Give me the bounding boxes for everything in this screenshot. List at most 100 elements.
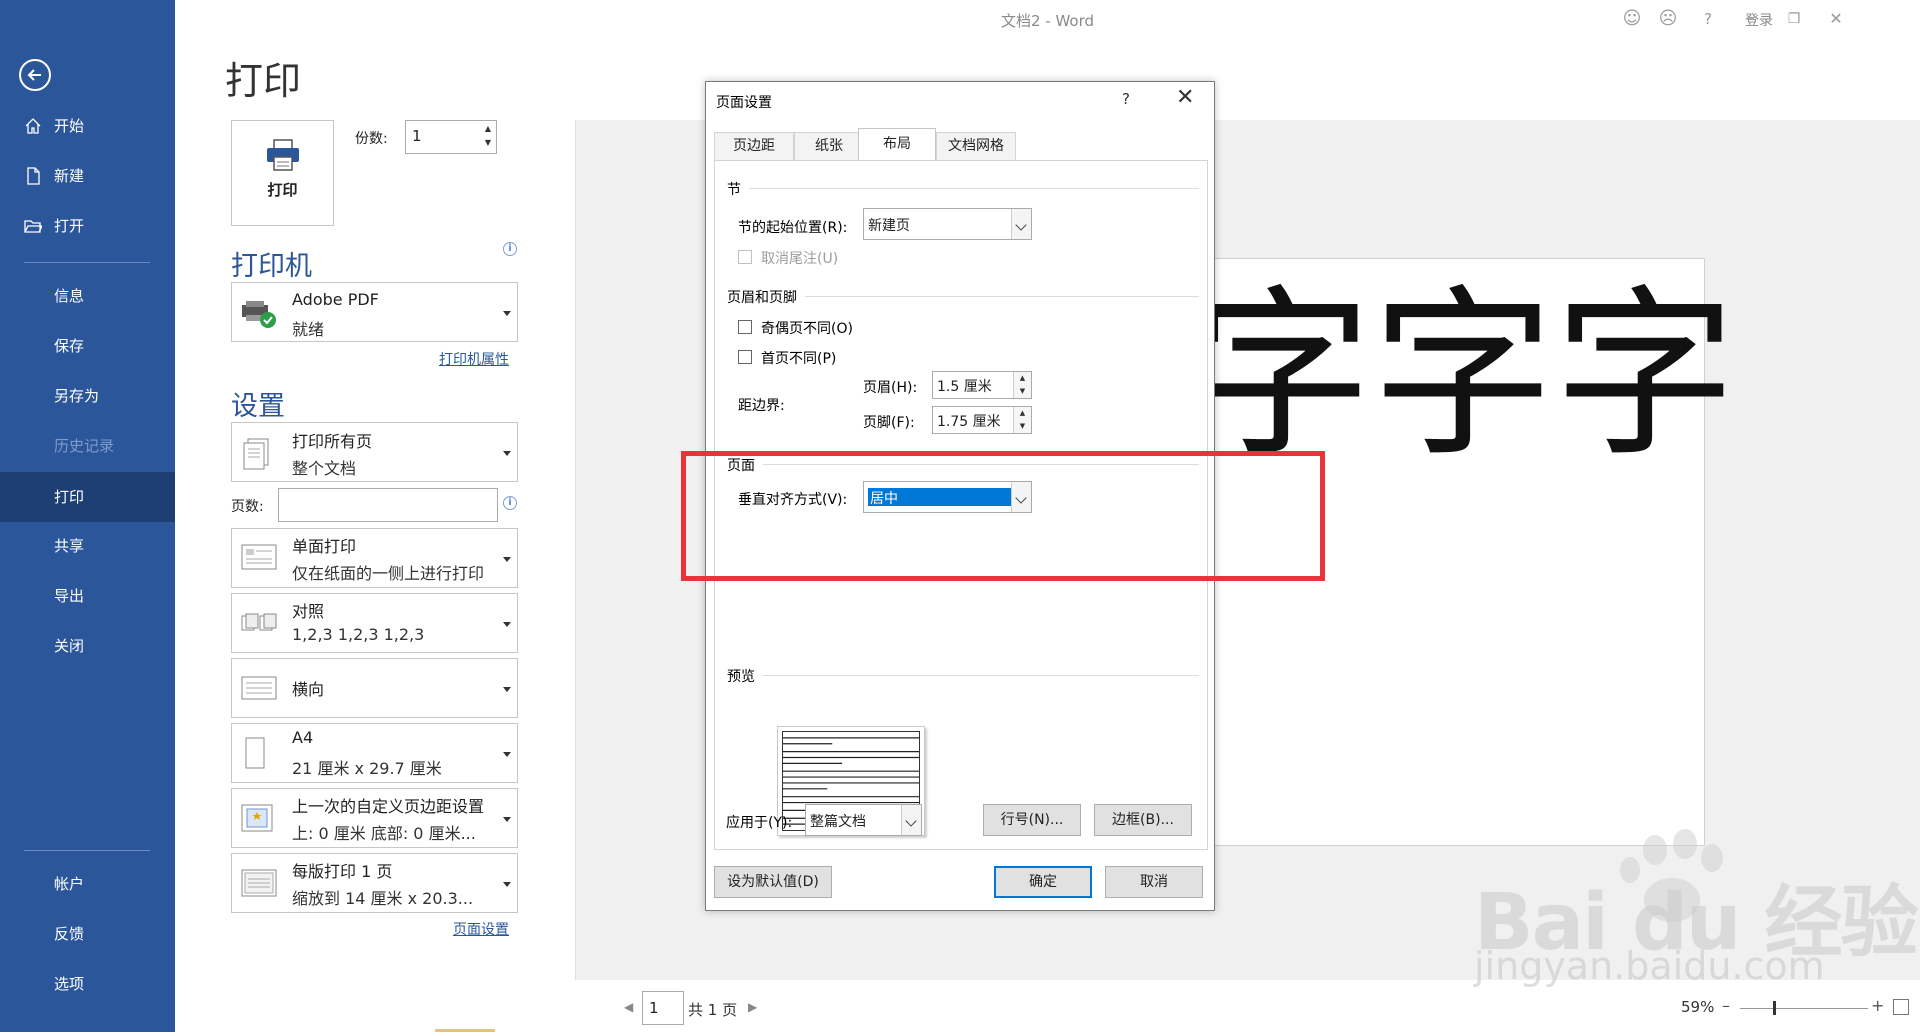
sidebar-item-history: 历史记录 [0, 422, 175, 470]
sidebar-item-label: 关闭 [54, 637, 85, 655]
sidebar-item-print[interactable]: 打印 [0, 472, 175, 522]
frown-feedback-icon[interactable]: ☹ [1657, 8, 1679, 30]
all-pages-icon [243, 438, 269, 470]
sidebar-item-account[interactable]: 帐户 [0, 860, 175, 908]
copies-label: 份数: [355, 131, 388, 147]
sidebar-item-label: 打印 [54, 488, 85, 506]
orientation-dropdown[interactable]: 横向 [231, 658, 518, 718]
sidebar-item-info[interactable]: 信息 [0, 272, 175, 320]
restore-icon[interactable]: ❐ [1783, 8, 1805, 30]
back-arrow-icon[interactable] [19, 59, 51, 91]
setting-sub: 整个文档 [292, 459, 357, 478]
new-document-icon [27, 167, 40, 185]
sidebar-item-feedback[interactable]: 反馈 [0, 910, 175, 958]
next-page-icon[interactable]: ▶ [748, 1000, 757, 1014]
pages-per-sheet-dropdown[interactable]: 每版打印 1 页 缩放到 14 厘米 x 20.3... [231, 853, 518, 913]
printer-heading: 打印机 [231, 251, 312, 282]
first-page-different-label: 首页不同(P) [761, 351, 837, 367]
setting-main: A4 [292, 728, 314, 747]
header-distance-label: 页眉(H): [863, 380, 918, 396]
info-icon[interactable]: i [503, 496, 517, 510]
page-number-input[interactable]: 1 [642, 991, 684, 1025]
setting-main: 对照 [292, 602, 325, 621]
header-footer-group-heading: 页眉和页脚 [727, 290, 797, 306]
collate-dropdown[interactable]: 对照 1,2,3 1,2,3 1,2,3 [231, 593, 518, 653]
setting-sub: 缩放到 14 厘米 x 20.3... [292, 889, 474, 908]
sides-dropdown[interactable]: 单面打印 仅在纸面的一侧上进行打印 [231, 528, 518, 588]
minimize-icon[interactable]: – [1739, 8, 1761, 30]
sidebar-item-share[interactable]: 共享 [0, 522, 175, 570]
sidebar-item-close[interactable]: 关闭 [0, 622, 175, 670]
help-icon[interactable]: ? [1697, 8, 1719, 30]
sidebar-divider [24, 850, 150, 851]
backstage-sidebar: 开始 新建 打开 信息 保存 另存为 历史记录 打印 共享 导出 关闭 帐户 反… [0, 0, 175, 1032]
printer-ready-icon [242, 301, 276, 328]
sidebar-item-label: 导出 [54, 587, 85, 605]
sidebar-item-save[interactable]: 保存 [0, 322, 175, 370]
section-start-select[interactable]: 新建页 [863, 208, 1032, 240]
printer-icon [267, 139, 299, 171]
line-numbers-button[interactable]: 行号(N)... [983, 804, 1081, 836]
chevron-down-icon [503, 557, 511, 562]
chevron-down-icon[interactable] [901, 805, 921, 835]
chevron-down-icon [503, 451, 511, 456]
stepper-buttons[interactable]: ▲ ▼ [1013, 372, 1031, 398]
tab-layout[interactable]: 布局 [858, 128, 936, 161]
sidebar-item-new[interactable]: 新建 [0, 152, 175, 200]
print-button[interactable]: 打印 [231, 120, 334, 226]
info-icon[interactable]: i [503, 242, 517, 256]
dialog-help-icon[interactable]: ? [1122, 90, 1130, 108]
dialog-close-icon[interactable]: ✕ [1176, 85, 1194, 110]
watermark-url: jingyan.baidu.com [1474, 944, 1825, 988]
paper-size-dropdown[interactable]: A4 21 厘米 x 29.7 厘米 [231, 723, 518, 783]
suppress-endnotes-label: 取消尾注(U) [761, 251, 839, 267]
print-range-dropdown[interactable]: 打印所有页 整个文档 [231, 422, 518, 482]
title-bar: 文档2 - Word 登录 ☺ ☹ ? – ❐ ✕ [175, 0, 1920, 40]
sidebar-item-label: 共享 [54, 537, 85, 555]
margins-dropdown[interactable]: 上一次的自定义页边距设置 上: 0 厘米 底部: 0 厘米... [231, 788, 518, 848]
printer-properties-link[interactable]: 打印机属性 [439, 349, 509, 369]
footer-distance-value: 1.75 厘米 [937, 414, 1001, 430]
sidebar-item-export[interactable]: 导出 [0, 572, 175, 620]
pages-input[interactable] [278, 488, 498, 522]
collate-icon [241, 613, 277, 631]
printer-status: 就绪 [292, 320, 325, 339]
copies-spinner[interactable]: ▲ ▼ [480, 122, 496, 152]
stepper-buttons[interactable]: ▲ ▼ [1013, 407, 1031, 433]
smile-feedback-icon[interactable]: ☺ [1621, 8, 1643, 30]
page-setup-link[interactable]: 页面设置 [453, 919, 509, 939]
sidebar-item-label: 开始 [54, 117, 85, 135]
apply-to-select[interactable]: 整篇文档 [805, 804, 922, 836]
sidebar-item-home[interactable]: 开始 [0, 102, 175, 150]
tab-paper[interactable]: 纸张 [794, 132, 864, 160]
chevron-down-icon [503, 622, 511, 627]
footer-distance-stepper[interactable]: 1.75 厘米 ▲ ▼ [932, 406, 1032, 434]
cancel-button[interactable]: 取消 [1105, 866, 1203, 898]
settings-heading: 设置 [231, 391, 285, 422]
group-divider [763, 675, 1199, 676]
borders-button[interactable]: 边框(B)... [1094, 804, 1192, 836]
tab-document-grid[interactable]: 文档网格 [936, 132, 1016, 160]
previous-page-icon[interactable]: ◀ [624, 1000, 633, 1014]
section-start-value: 新建页 [868, 218, 910, 234]
setting-sub: 上: 0 厘米 底部: 0 厘米... [292, 824, 476, 843]
one-sided-icon [241, 544, 277, 570]
sidebar-item-label: 新建 [54, 167, 85, 185]
header-distance-stepper[interactable]: 1.5 厘米 ▲ ▼ [932, 371, 1032, 399]
chevron-down-icon [503, 311, 511, 316]
setting-main: 单面打印 [292, 537, 357, 556]
set-as-default-button[interactable]: 设为默认值(D) [714, 866, 832, 898]
sidebar-item-save-as[interactable]: 另存为 [0, 372, 175, 420]
odd-even-different-checkbox[interactable] [738, 320, 752, 334]
printer-dropdown[interactable]: Adobe PDF 就绪 [231, 282, 518, 342]
first-page-different-checkbox[interactable] [738, 350, 752, 364]
chevron-down-icon[interactable] [1011, 209, 1031, 239]
setting-main: 每版打印 1 页 [292, 862, 393, 881]
section-start-label: 节的起始位置(R): [738, 220, 848, 236]
tab-margins[interactable]: 页边距 [714, 132, 794, 160]
ok-button[interactable]: 确定 [994, 866, 1092, 898]
window-close-icon[interactable]: ✕ [1825, 8, 1847, 30]
sidebar-item-options[interactable]: 选项 [0, 960, 175, 1008]
pages-label: 页数: [231, 499, 264, 515]
sidebar-item-open[interactable]: 打开 [0, 202, 175, 250]
